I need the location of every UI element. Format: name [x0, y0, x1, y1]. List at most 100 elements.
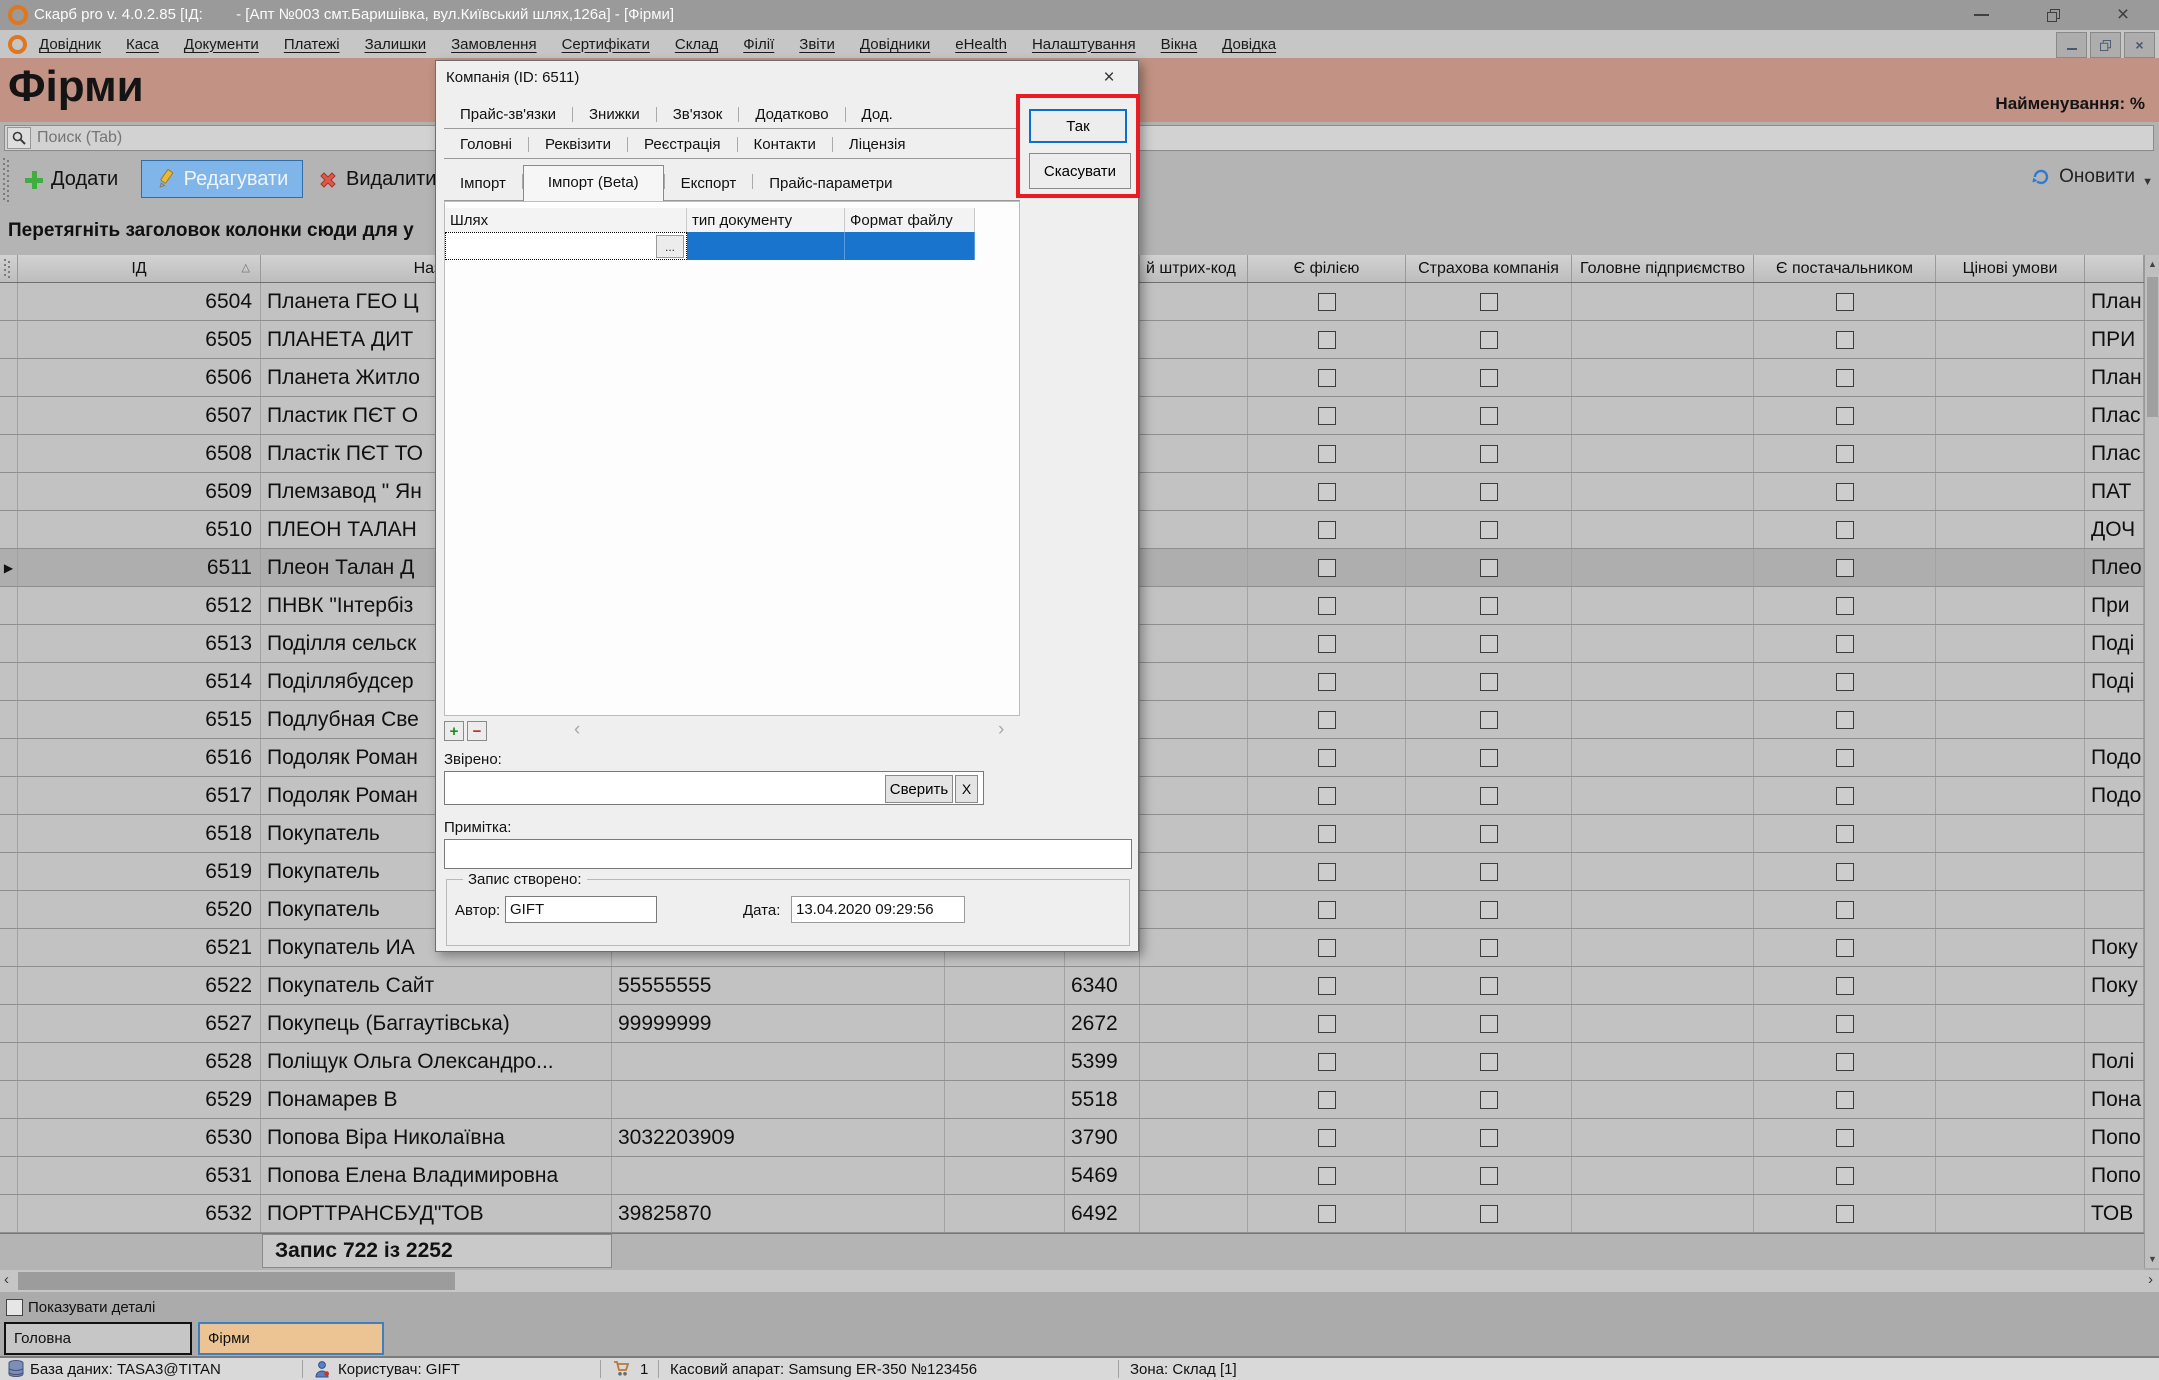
- row-checkbox[interactable]: [1318, 483, 1336, 501]
- restore-button[interactable]: [2030, 0, 2076, 30]
- horizontal-scrollbar[interactable]: ‹ ›: [0, 1270, 2159, 1292]
- row-checkbox[interactable]: [1836, 1015, 1854, 1033]
- table-row[interactable]: 6529Понамарев В5518Пона: [0, 1081, 2144, 1119]
- dialog-tab[interactable]: Зв'язок: [657, 102, 739, 127]
- vertical-scrollbar[interactable]: ▲ ▼: [2144, 255, 2159, 1268]
- row-checkbox[interactable]: [1480, 901, 1498, 919]
- column-header-insurance[interactable]: Страхова компанія: [1406, 255, 1572, 282]
- author-field[interactable]: [505, 896, 657, 923]
- menu-item[interactable]: Довідка: [1222, 36, 1276, 53]
- note-input[interactable]: [445, 840, 1131, 868]
- row-checkbox[interactable]: [1480, 1205, 1498, 1223]
- row-checkbox[interactable]: [1836, 1167, 1854, 1185]
- row-checkbox[interactable]: [1480, 331, 1498, 349]
- row-checkbox[interactable]: [1836, 939, 1854, 957]
- mdi-restore-button[interactable]: [2090, 32, 2121, 58]
- row-checkbox[interactable]: [1836, 1053, 1854, 1071]
- grid-remove-row-button[interactable]: −: [467, 721, 487, 741]
- row-checkbox[interactable]: [1836, 369, 1854, 387]
- row-checkbox[interactable]: [1480, 445, 1498, 463]
- row-checkbox[interactable]: [1318, 369, 1336, 387]
- dialog-tab[interactable]: Реєстрація: [628, 132, 736, 157]
- column-header-price-terms[interactable]: Цінові умови: [1936, 255, 2085, 282]
- dialog-tab[interactable]: Реквізити: [529, 132, 627, 157]
- dialog-tab[interactable]: Знижки: [573, 102, 656, 127]
- toolbar-drag-handle[interactable]: [3, 158, 9, 202]
- scroll-left-icon[interactable]: ‹: [4, 1271, 9, 1288]
- row-checkbox[interactable]: [1318, 521, 1336, 539]
- row-checkbox[interactable]: [1318, 901, 1336, 919]
- scroll-right-icon[interactable]: ›: [2148, 1271, 2153, 1288]
- row-checkbox[interactable]: [1318, 825, 1336, 843]
- verify-clear-button[interactable]: X: [955, 775, 978, 803]
- column-header-is-supplier[interactable]: Є постачальником: [1754, 255, 1936, 282]
- show-details-checkbox[interactable]: [6, 1299, 23, 1316]
- menu-item[interactable]: Довідники: [860, 36, 930, 53]
- row-checkbox[interactable]: [1318, 1129, 1336, 1147]
- mdi-minimize-button[interactable]: [2056, 32, 2087, 58]
- author-input[interactable]: [506, 897, 656, 922]
- row-checkbox[interactable]: [1318, 331, 1336, 349]
- column-header-head-company[interactable]: Головне підприємство: [1572, 255, 1754, 282]
- column-header-tail[interactable]: [2085, 255, 2144, 282]
- verify-button[interactable]: Сверить: [885, 775, 953, 803]
- dialog-tab[interactable]: Дод.: [846, 102, 909, 127]
- row-checkbox[interactable]: [1318, 635, 1336, 653]
- menu-item[interactable]: Документи: [184, 36, 259, 53]
- row-checkbox[interactable]: [1480, 635, 1498, 653]
- menu-item[interactable]: Залишки: [365, 36, 427, 53]
- row-checkbox[interactable]: [1480, 597, 1498, 615]
- row-checkbox[interactable]: [1318, 445, 1336, 463]
- row-checkbox[interactable]: [1318, 939, 1336, 957]
- add-button[interactable]: Додати: [25, 168, 118, 191]
- date-field[interactable]: [791, 896, 965, 923]
- row-checkbox[interactable]: [1480, 521, 1498, 539]
- menu-item[interactable]: Довідник: [39, 36, 101, 53]
- row-checkbox[interactable]: [1836, 863, 1854, 881]
- dialog-tab[interactable]: Додатково: [739, 102, 844, 127]
- menu-item[interactable]: Платежі: [284, 36, 340, 53]
- verified-field[interactable]: Сверить X: [444, 771, 984, 805]
- path-edit-cell[interactable]: ...: [445, 232, 687, 260]
- row-checkbox[interactable]: [1836, 787, 1854, 805]
- horizontal-scrollbar-thumb[interactable]: [18, 1272, 455, 1290]
- row-checkbox[interactable]: [1836, 673, 1854, 691]
- row-checkbox[interactable]: [1480, 977, 1498, 995]
- table-row[interactable]: 6532ПОРТТРАНСБУД"ТОВ398258706492ТОВ: [0, 1195, 2144, 1233]
- scroll-down-icon[interactable]: ▼: [2145, 1254, 2159, 1264]
- dialog-tab[interactable]: Імпорт (Beta): [523, 165, 664, 201]
- dialog-tab[interactable]: Прайс-параметри: [753, 171, 908, 200]
- row-checkbox[interactable]: [1480, 1091, 1498, 1109]
- edit-button[interactable]: Редагувати: [141, 160, 303, 198]
- row-checkbox[interactable]: [1318, 1015, 1336, 1033]
- row-checkbox[interactable]: [1836, 483, 1854, 501]
- menu-item[interactable]: Сертифікати: [562, 36, 650, 53]
- row-checkbox[interactable]: [1836, 1205, 1854, 1223]
- row-checkbox[interactable]: [1836, 1091, 1854, 1109]
- row-checkbox[interactable]: [1480, 1015, 1498, 1033]
- row-checkbox[interactable]: [1480, 863, 1498, 881]
- dialog-tab[interactable]: Контакти: [738, 132, 832, 157]
- minimize-button[interactable]: [1958, 0, 2004, 30]
- vertical-scrollbar-thumb[interactable]: [2147, 277, 2158, 417]
- nav-right-icon[interactable]: ›: [998, 719, 1004, 741]
- row-checkbox[interactable]: [1480, 1129, 1498, 1147]
- column-header-is-branch[interactable]: Є філією: [1248, 255, 1406, 282]
- row-checkbox[interactable]: [1836, 711, 1854, 729]
- row-checkbox[interactable]: [1480, 407, 1498, 425]
- table-row[interactable]: 6531Попова Елена Владимировна5469Попо: [0, 1157, 2144, 1195]
- row-checkbox[interactable]: [1318, 1053, 1336, 1071]
- table-row[interactable]: 6522Покупатель Сайт555555556340Поку: [0, 967, 2144, 1005]
- table-row[interactable]: 6530Попова Віра Николаївна30322039093790…: [0, 1119, 2144, 1157]
- row-checkbox[interactable]: [1318, 1205, 1336, 1223]
- row-checkbox[interactable]: [1318, 863, 1336, 881]
- row-checkbox[interactable]: [1836, 597, 1854, 615]
- row-checkbox[interactable]: [1318, 1167, 1336, 1185]
- row-checkbox[interactable]: [1836, 635, 1854, 653]
- grid-add-row-button[interactable]: +: [444, 721, 464, 741]
- row-checkbox[interactable]: [1318, 749, 1336, 767]
- row-checkbox[interactable]: [1480, 749, 1498, 767]
- row-checkbox[interactable]: [1836, 901, 1854, 919]
- row-checkbox[interactable]: [1836, 445, 1854, 463]
- menu-item[interactable]: Каса: [126, 36, 159, 53]
